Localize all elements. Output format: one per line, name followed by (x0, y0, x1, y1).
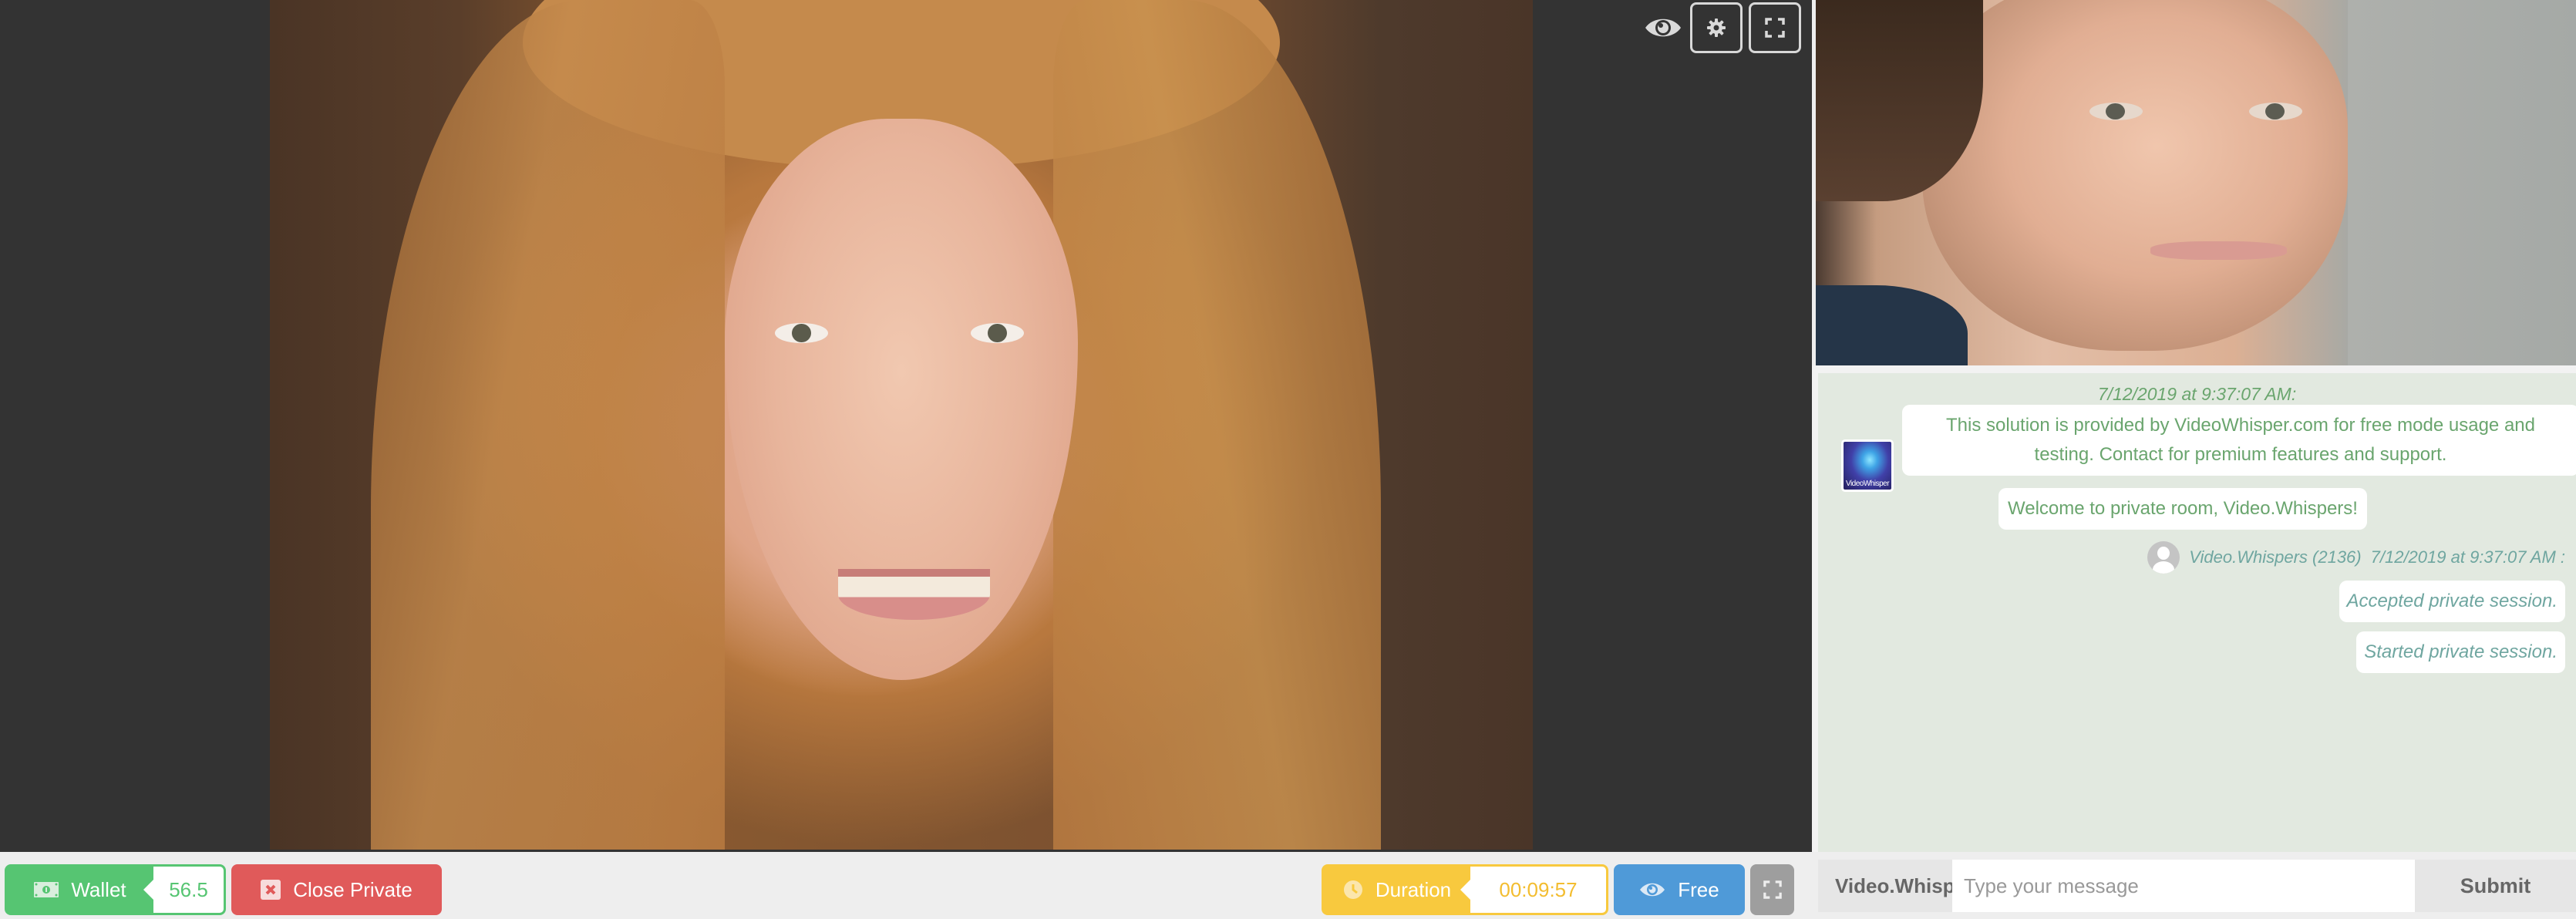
eye-icon (1645, 19, 1681, 37)
wallet-balance: 56.5 (143, 867, 224, 913)
wallet-label: Wallet (71, 877, 126, 901)
video-frame-detail (2150, 241, 2288, 260)
chat-timestamp: 7/12/2019 at 9:37:07 AM: (2097, 384, 2297, 404)
duration-display: Duration 00:09:57 (1322, 864, 1608, 915)
system-message: This solution is provided by VideoWhispe… (1902, 405, 2576, 476)
duration-label: Duration (1375, 877, 1452, 901)
chat-message-input[interactable] (1952, 860, 2415, 912)
eye-icon (1640, 883, 1665, 897)
message-timestamp: 7/12/2019 at 9:37:07 AM : (2370, 547, 2565, 567)
duration-label-group: Duration (1324, 867, 1470, 913)
settings-button[interactable] (1690, 2, 1743, 53)
visibility-toggle[interactable] (1642, 2, 1684, 53)
user-avatar (2147, 541, 2180, 574)
system-avatar-text: VideoWhisper (1845, 480, 1890, 488)
close-private-button[interactable]: Close Private (231, 864, 442, 915)
system-avatar: VideoWhisper (1841, 439, 1894, 492)
free-label-group: Free (1639, 878, 1719, 902)
main-video-stream[interactable] (270, 0, 1533, 850)
wallet-button[interactable]: Wallet 56.5 (5, 864, 226, 915)
fullscreen-video-button[interactable] (1749, 2, 1801, 53)
submit-button[interactable]: Submit (2415, 860, 2576, 912)
system-message: Welcome to private room, Video.Whispers! (1999, 488, 2367, 530)
expand-icon (1765, 18, 1785, 38)
user-message-header: Video.Whispers (2136) 7/12/2019 at 9:37:… (2147, 541, 2565, 574)
video-area (0, 0, 1812, 852)
duration-value: 00:09:57 (1460, 867, 1606, 913)
bottom-toolbar: Wallet 56.5 Close Private Duration 00:09… (0, 852, 1812, 919)
chat-username-label: Video.Whispers (1835, 874, 1985, 897)
close-private-label-group: Close Private (261, 878, 412, 902)
gear-icon (1707, 19, 1726, 37)
chat-messages[interactable]: 7/12/2019 at 9:37:07 AM: VideoWhisper Th… (1818, 373, 2576, 852)
video-frame-detail (838, 569, 990, 621)
video-controls (1642, 2, 1801, 53)
close-box-icon (261, 880, 281, 900)
free-label: Free (1678, 877, 1719, 901)
remote-video-stream[interactable] (1816, 0, 2576, 365)
chat-input-group: Video.Whispers Submit (1818, 860, 2576, 912)
message-username: Video.Whispers (2136) (2189, 547, 2362, 567)
video-frame-detail (1816, 284, 1968, 365)
chat-input-bar: Video.Whispers Submit (1812, 852, 2576, 919)
expand-icon (1763, 880, 1782, 899)
videochat-app: 7/12/2019 at 9:37:07 AM: VideoWhisper Th… (0, 0, 2576, 919)
video-frame-detail (971, 322, 1024, 344)
free-mode-button[interactable]: Free (1614, 864, 1745, 915)
video-frame-detail (1052, 0, 1382, 850)
video-frame-detail (1922, 0, 2349, 352)
fullscreen-button[interactable] (1750, 864, 1794, 915)
money-icon (34, 882, 59, 897)
user-message: Started private session. (2356, 631, 2565, 673)
wallet-label-group: Wallet (7, 867, 153, 913)
clock-icon (1343, 880, 1362, 899)
chat-panel: 7/12/2019 at 9:37:07 AM: VideoWhisper Th… (1812, 365, 2576, 852)
video-frame-detail (371, 0, 725, 850)
video-frame-detail (775, 322, 828, 344)
user-message: Accepted private session. (2339, 581, 2565, 622)
close-private-label: Close Private (293, 877, 412, 901)
video-frame-detail (2348, 0, 2576, 365)
